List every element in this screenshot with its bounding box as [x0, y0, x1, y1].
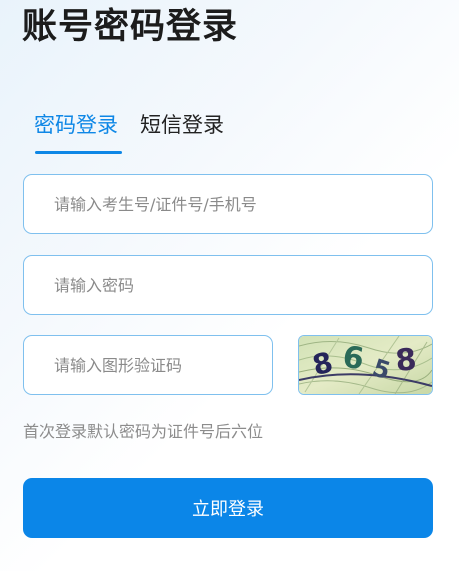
tab-sms-login[interactable]: 短信登录 — [140, 108, 224, 154]
tab-sms-login-label: 短信登录 — [140, 113, 224, 137]
password-input[interactable] — [23, 255, 433, 315]
default-password-hint: 首次登录默认密码为证件号后六位 — [23, 422, 264, 441]
captcha-image[interactable]: 8658 — [298, 335, 433, 395]
page-title: 账号密码登录 — [22, 7, 239, 47]
tab-password-login-label: 密码登录 — [34, 113, 118, 137]
active-tab-underline — [35, 151, 122, 154]
tab-password-login[interactable]: 密码登录 — [34, 108, 122, 154]
captcha-graphic: 8658 — [299, 336, 432, 394]
login-button[interactable]: 立即登录 — [23, 478, 433, 538]
captcha-char: 8 — [394, 342, 418, 379]
login-tabs: 密码登录 短信登录 — [34, 108, 224, 154]
account-input[interactable] — [23, 174, 433, 234]
captcha-input[interactable] — [23, 335, 273, 395]
